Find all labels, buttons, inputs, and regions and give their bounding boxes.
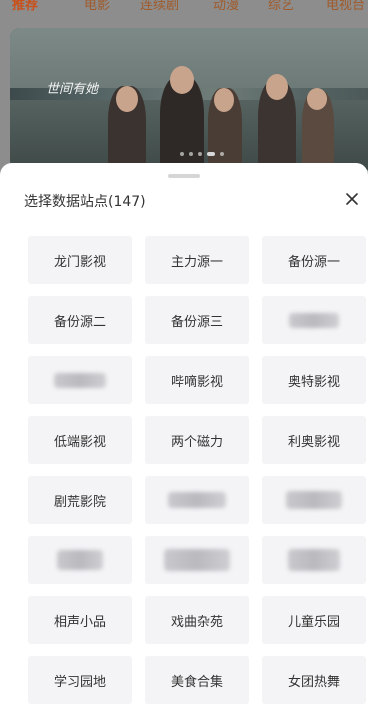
source-item[interactable]: 美食合集 xyxy=(145,656,249,704)
source-label: 戏曲杂苑 xyxy=(170,614,223,630)
tab-variety[interactable]: 综艺 xyxy=(268,0,294,13)
obscured-label xyxy=(164,549,230,571)
source-label: 相声小品 xyxy=(53,614,106,630)
obscured-label xyxy=(57,550,103,570)
source-label: 利奥影视 xyxy=(287,434,340,450)
source-item-obscured[interactable] xyxy=(145,536,249,584)
source-item[interactable]: 龙门影视 xyxy=(28,236,132,284)
tab-tv[interactable]: 电视台 xyxy=(326,0,365,13)
carousel-dot xyxy=(220,152,224,156)
source-label: 剧荒影院 xyxy=(53,494,106,510)
source-item[interactable]: 利奥影视 xyxy=(262,416,366,464)
source-item[interactable]: 剧荒影院 xyxy=(28,476,132,524)
source-label: 备份源一 xyxy=(287,254,340,270)
source-label: 备份源二 xyxy=(53,314,106,330)
carousel-indicator xyxy=(180,152,224,156)
source-label: 龙门影视 xyxy=(53,254,106,270)
carousel-dot xyxy=(198,152,202,156)
category-tabs: 推荐 电影 连续剧 动漫 综艺 电视台 xyxy=(0,0,368,18)
carousel-dot xyxy=(189,152,193,156)
source-item[interactable]: 备份源二 xyxy=(28,296,132,344)
source-item[interactable]: 女团热舞 xyxy=(262,656,366,704)
obscured-label xyxy=(289,312,339,328)
banner-face xyxy=(266,74,288,100)
sheet-title: 选择数据站点(147) xyxy=(24,194,146,210)
close-icon xyxy=(346,193,358,205)
source-picker-sheet: 选择数据站点(147) 龙门影视 主力源一 备份源一 备份源二 备份源三 哔嘀影… xyxy=(0,163,368,723)
source-item[interactable]: 低端影视 xyxy=(28,416,132,464)
source-label: 主力源一 xyxy=(170,254,223,270)
featured-banner[interactable]: 世间有她 xyxy=(10,28,368,170)
source-item-obscured[interactable] xyxy=(145,476,249,524)
source-item-obscured[interactable] xyxy=(262,536,366,584)
source-label: 备份源三 xyxy=(170,314,223,330)
source-item-obscured[interactable] xyxy=(28,356,132,404)
source-label: 美食合集 xyxy=(170,674,223,690)
source-item[interactable]: 学习园地 xyxy=(28,656,132,704)
source-item[interactable]: 戏曲杂苑 xyxy=(145,596,249,644)
source-label: 两个磁力 xyxy=(170,434,223,450)
banner-face xyxy=(116,86,138,112)
source-item[interactable]: 两个磁力 xyxy=(145,416,249,464)
source-item[interactable]: 相声小品 xyxy=(28,596,132,644)
source-label: 低端影视 xyxy=(53,434,106,450)
banner-face xyxy=(307,88,327,110)
source-item[interactable]: 备份源一 xyxy=(262,236,366,284)
obscured-label xyxy=(168,492,226,508)
source-item-obscured[interactable] xyxy=(262,476,366,524)
carousel-dot xyxy=(180,152,184,156)
tab-recommend[interactable]: 推荐 xyxy=(12,0,38,13)
source-grid: 龙门影视 主力源一 备份源一 备份源二 备份源三 哔嘀影视 奥特影视 低端影视 … xyxy=(28,236,366,704)
background-app: 推荐 电影 连续剧 动漫 综艺 电视台 世间有她 xyxy=(0,0,368,180)
source-item[interactable]: 儿童乐园 xyxy=(262,596,366,644)
source-item[interactable]: 哔嘀影视 xyxy=(145,356,249,404)
banner-title: 世间有她 xyxy=(46,82,99,97)
obscured-label xyxy=(54,372,106,388)
source-label: 学习园地 xyxy=(53,674,106,690)
obscured-label xyxy=(288,549,340,571)
drag-handle[interactable] xyxy=(168,174,200,178)
source-label: 儿童乐园 xyxy=(287,614,340,630)
source-item[interactable]: 主力源一 xyxy=(145,236,249,284)
source-item-obscured[interactable] xyxy=(262,296,366,344)
source-label: 奥特影视 xyxy=(287,374,340,390)
tab-anime[interactable]: 动漫 xyxy=(213,0,239,13)
tab-series[interactable]: 连续剧 xyxy=(140,0,179,13)
obscured-label xyxy=(286,491,342,509)
source-label: 女团热舞 xyxy=(287,674,340,690)
close-button[interactable] xyxy=(342,189,362,209)
source-item[interactable]: 奥特影视 xyxy=(262,356,366,404)
source-label: 哔嘀影视 xyxy=(170,374,223,390)
source-item[interactable]: 备份源三 xyxy=(145,296,249,344)
banner-face xyxy=(214,88,234,112)
carousel-dot-active xyxy=(207,152,215,156)
source-item-obscured[interactable] xyxy=(28,536,132,584)
tab-movies[interactable]: 电影 xyxy=(84,0,110,13)
banner-face xyxy=(170,66,194,94)
